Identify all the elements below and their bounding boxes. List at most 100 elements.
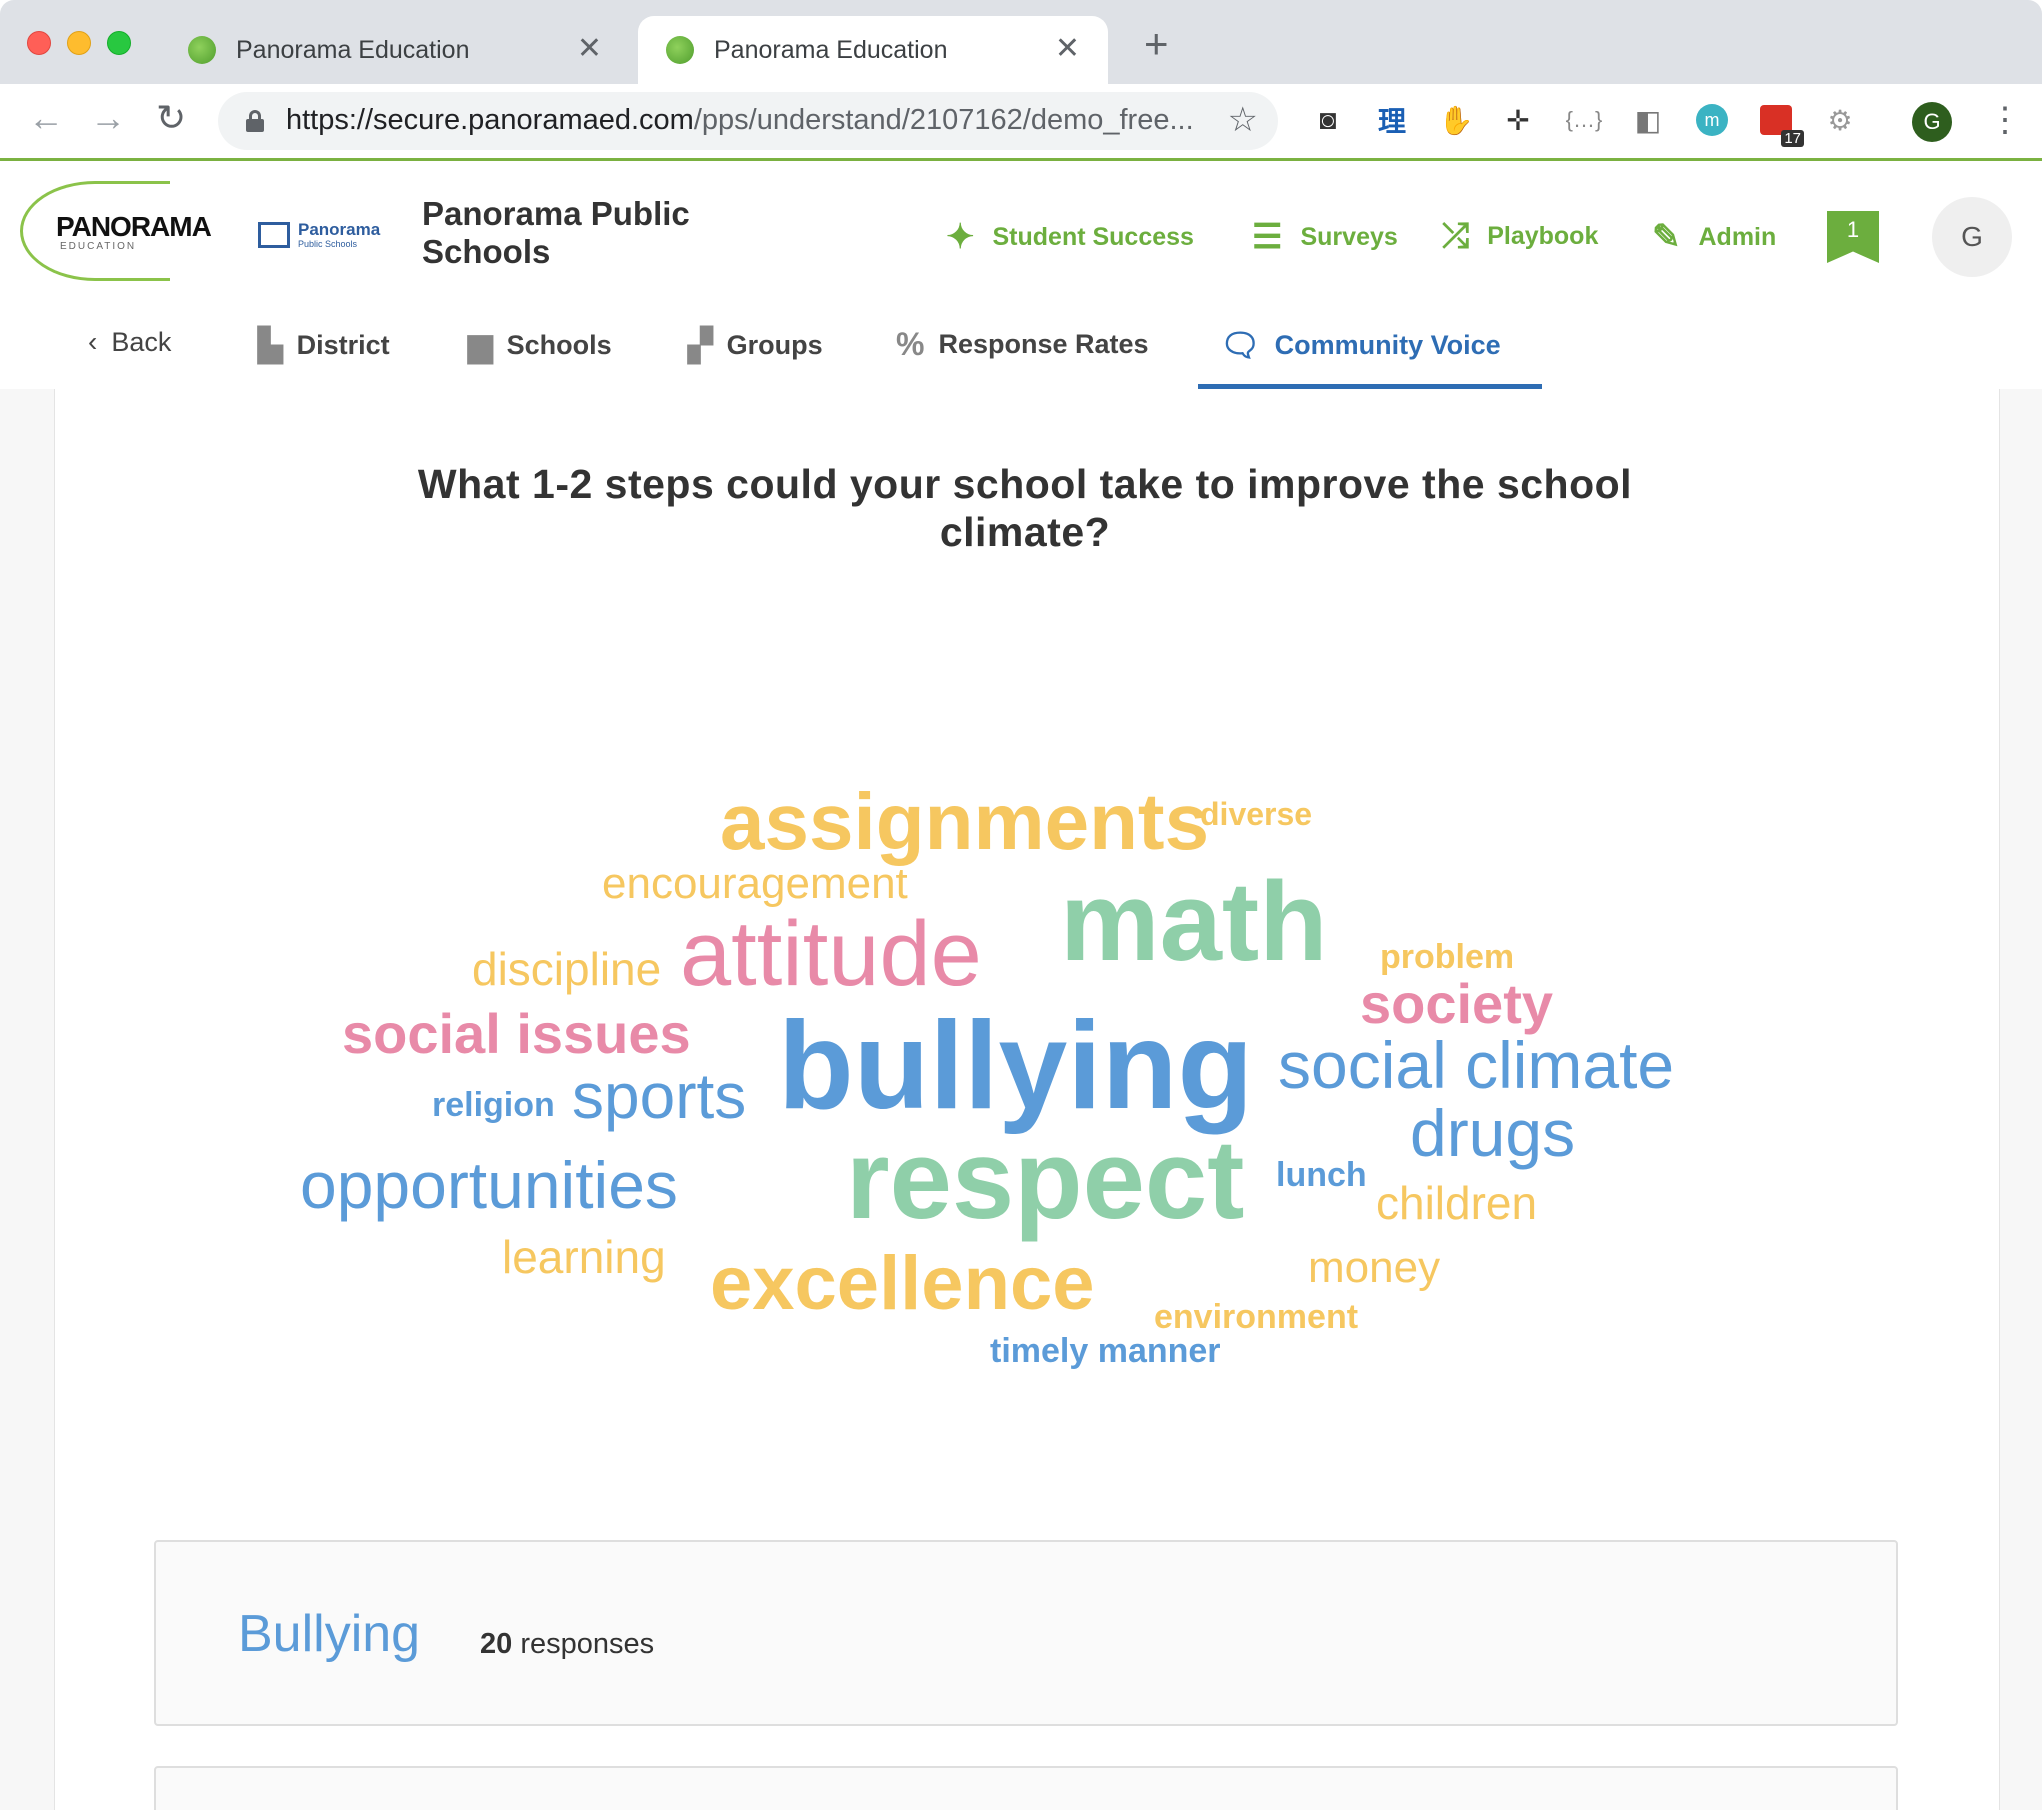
school-icon: ▆ bbox=[468, 327, 493, 363]
response-group-title: Bullying bbox=[238, 1605, 421, 1663]
subnav-groups[interactable]: ▞ Groups bbox=[688, 326, 823, 364]
word-cloud-word[interactable]: timely manner bbox=[990, 1334, 1221, 1368]
app-header: PANORAMA EDUCATION Panorama Public Schoo… bbox=[0, 161, 2042, 389]
new-tab-button[interactable]: + bbox=[1144, 23, 1169, 65]
close-tab-icon[interactable]: ✕ bbox=[1055, 34, 1080, 64]
subnav-district[interactable]: ▙ District bbox=[258, 326, 390, 364]
close-tab-icon[interactable]: ✕ bbox=[577, 34, 602, 64]
playbook-icon: ⤮ bbox=[1442, 217, 1470, 255]
buildings-icon: ▙ bbox=[258, 327, 283, 363]
logo-text: PANORAMA bbox=[56, 211, 212, 242]
nav-label: Surveys bbox=[1300, 222, 1398, 251]
word-cloud-word[interactable]: society bbox=[1360, 976, 1553, 1032]
word-cloud-word[interactable]: respect bbox=[846, 1124, 1244, 1236]
extension-m-icon[interactable]: m bbox=[1694, 102, 1730, 138]
forward-arrow-icon[interactable]: → bbox=[90, 98, 126, 138]
lock-icon bbox=[246, 110, 264, 132]
word-cloud-word[interactable]: drugs bbox=[1410, 1100, 1575, 1166]
trello-icon[interactable]: ◧ bbox=[1630, 102, 1666, 138]
pocket-icon[interactable]: ◙ bbox=[1310, 102, 1346, 138]
sparkle-icon: ✦ bbox=[946, 218, 975, 256]
subnav-label: Community Voice bbox=[1274, 329, 1501, 360]
user-avatar[interactable]: G bbox=[1932, 197, 2012, 277]
word-cloud-word[interactable]: assignments bbox=[720, 782, 1209, 862]
district-logo-name: Panorama bbox=[298, 220, 381, 239]
subnav-label: Response Rates bbox=[938, 329, 1149, 359]
groups-icon: ▞ bbox=[688, 327, 713, 363]
browser-tabstrip: Panorama Education ✕ Panorama Education … bbox=[0, 0, 2042, 84]
word-cloud-word[interactable]: diverse bbox=[1200, 798, 1312, 830]
tab-title: Panorama Education bbox=[236, 35, 470, 64]
measure-icon[interactable]: ✛ bbox=[1500, 102, 1536, 138]
panorama-favicon-icon bbox=[188, 36, 216, 64]
word-cloud-word[interactable]: encouragement bbox=[602, 862, 908, 906]
nav-label: Admin bbox=[1698, 222, 1777, 251]
nav-admin[interactable]: ✎ Admin bbox=[1652, 217, 1776, 257]
dictionary-extension-icon[interactable]: 理 bbox=[1374, 102, 1410, 138]
nav-label: Student Success bbox=[992, 222, 1194, 251]
maximize-window-button[interactable] bbox=[107, 31, 131, 55]
browser-menu-icon[interactable]: ⋮ bbox=[1988, 100, 2022, 140]
back-arrow-icon[interactable]: ← bbox=[28, 98, 64, 138]
panorama-favicon-icon bbox=[666, 36, 694, 64]
response-count: 20 responses bbox=[480, 1628, 654, 1661]
minimize-window-button[interactable] bbox=[67, 31, 91, 55]
word-cloud-word[interactable]: sports bbox=[572, 1064, 746, 1128]
browser-toolbar: ← → ↻ https://secure.panoramaed.com/pps/… bbox=[0, 84, 2042, 160]
response-count-label: responses bbox=[520, 1628, 655, 1660]
tab-title: Panorama Education bbox=[714, 35, 948, 64]
district-logo-sub: Public Schools bbox=[298, 239, 358, 249]
subnav-response-rates[interactable]: % Response Rates bbox=[896, 326, 1149, 363]
word-cloud-word[interactable]: social issues bbox=[342, 1006, 691, 1062]
word-cloud-word[interactable]: math bbox=[1060, 866, 1328, 978]
word-cloud-word[interactable]: excellence bbox=[710, 1246, 1095, 1322]
word-cloud-word[interactable]: learning bbox=[502, 1234, 666, 1280]
close-window-button[interactable] bbox=[27, 31, 51, 55]
subnav-schools[interactable]: ▆ Schools bbox=[468, 326, 612, 364]
reload-icon[interactable]: ↻ bbox=[156, 98, 186, 138]
back-button[interactable]: ‹ Back bbox=[88, 326, 171, 358]
subnav-community-voice[interactable]: 🗨 Community Voice bbox=[1220, 326, 1501, 364]
adblock-icon[interactable]: ✋ bbox=[1438, 102, 1474, 138]
nav-surveys[interactable]: ☰ Surveys bbox=[1252, 217, 1398, 257]
bars-icon: ☰ bbox=[1252, 218, 1283, 256]
back-label: Back bbox=[111, 326, 172, 357]
speech-bubble-icon: 🗨 bbox=[1220, 327, 1261, 363]
ruler-pencil-icon: ✎ bbox=[1652, 218, 1681, 256]
word-cloud-word[interactable]: lunch bbox=[1276, 1158, 1367, 1192]
response-group-card[interactable] bbox=[154, 1766, 1898, 1810]
district-logo[interactable]: Panorama Public Schools bbox=[258, 221, 380, 249]
word-cloud-word[interactable]: money bbox=[1308, 1246, 1440, 1290]
robot-extension-icon[interactable]: ⚙ bbox=[1822, 102, 1858, 138]
notification-bookmark[interactable]: 1 bbox=[1827, 211, 1879, 263]
word-cloud-word[interactable]: environment bbox=[1154, 1300, 1358, 1334]
response-count-number: 20 bbox=[480, 1628, 513, 1660]
word-cloud-word[interactable]: problem bbox=[1380, 940, 1514, 974]
nav-playbook[interactable]: ⤮ Playbook bbox=[1442, 217, 1598, 256]
word-cloud-word[interactable]: religion bbox=[432, 1088, 555, 1122]
word-cloud-word[interactable]: attitude bbox=[680, 908, 982, 1000]
profile-avatar[interactable]: G bbox=[1912, 102, 1952, 142]
logo-subtext: EDUCATION bbox=[60, 241, 137, 252]
question-heading: What 1-2 steps could your school take to… bbox=[417, 461, 1633, 555]
address-bar[interactable]: https://secure.panoramaed.com/pps/unders… bbox=[218, 92, 1278, 150]
browser-tab-active[interactable]: Panorama Education ✕ bbox=[638, 16, 1108, 84]
district-name: Panorama Public Schools bbox=[422, 195, 690, 270]
calendar-extension-icon[interactable]: 17 bbox=[1758, 102, 1804, 147]
response-group-card[interactable]: Bullying 20 responses bbox=[154, 1540, 1898, 1726]
word-cloud-word[interactable]: social climate bbox=[1278, 1032, 1674, 1098]
bookmark-star-icon[interactable]: ☆ bbox=[1228, 100, 1258, 140]
browser-tab[interactable]: Panorama Education ✕ bbox=[160, 16, 630, 84]
word-cloud-word[interactable]: bullying bbox=[778, 1004, 1253, 1128]
percent-icon: % bbox=[896, 326, 925, 362]
word-cloud-word[interactable]: opportunities bbox=[300, 1152, 678, 1218]
nav-student-success[interactable]: ✦ Student Success bbox=[946, 217, 1194, 257]
subnav-label: Groups bbox=[726, 329, 823, 360]
word-cloud-word[interactable]: discipline bbox=[472, 946, 661, 992]
nav-label: Playbook bbox=[1487, 222, 1599, 250]
chevron-left-icon: ‹ bbox=[88, 326, 98, 357]
json-viewer-icon[interactable]: {…} bbox=[1566, 102, 1603, 138]
word-cloud-word[interactable]: children bbox=[1376, 1180, 1537, 1226]
picture-icon bbox=[258, 222, 290, 248]
subnav-label: Schools bbox=[506, 329, 612, 360]
